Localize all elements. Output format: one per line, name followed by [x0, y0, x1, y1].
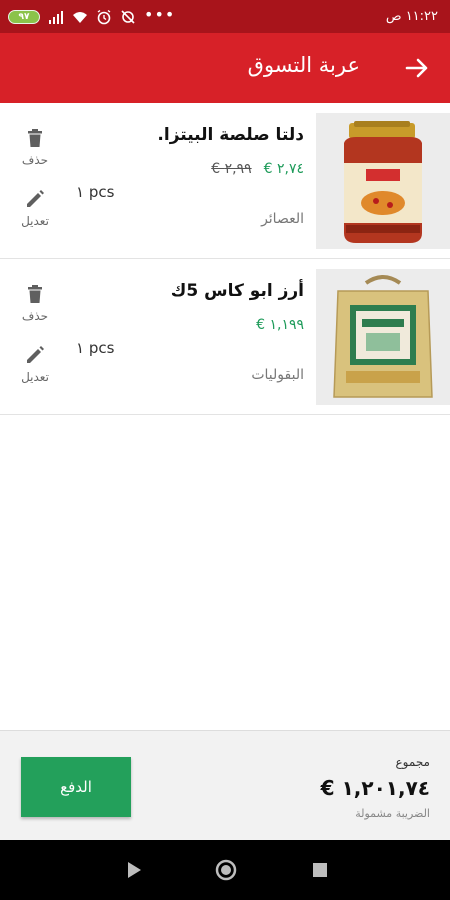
trash-icon	[28, 285, 42, 303]
product-name: أرز ابو كاس 5ك	[170, 281, 304, 301]
sync-off-icon	[121, 10, 135, 24]
app-bar: عربة التسوق	[0, 33, 450, 103]
edit-button[interactable]: تعديل	[14, 188, 56, 228]
product-category: البقوليات	[251, 367, 304, 383]
total-label: مجموع	[395, 755, 430, 769]
trash-icon	[28, 129, 42, 147]
cart-item[interactable]: دلتا صلصة البيتزا. ٢,٩٩ € ٢,٧٤ € العصائر…	[0, 103, 450, 259]
current-price: ١,١٩٩ €	[256, 317, 304, 333]
price-row: ١,١٩٩ €	[256, 317, 304, 333]
pencil-icon	[27, 346, 44, 363]
more-dots-icon: •••	[144, 5, 176, 24]
total-value: ١,٢٠١,٧٤ €	[320, 776, 430, 800]
status-time: ١١:٢٢ ص	[385, 9, 438, 24]
nav-recent-icon[interactable]	[308, 858, 332, 882]
delete-button[interactable]: حذف	[14, 283, 56, 323]
product-name: دلتا صلصة البيتزا.	[157, 125, 304, 145]
quantity: ١ pcs	[76, 339, 115, 357]
old-price: ٢,٩٩ €	[211, 161, 252, 177]
cart-screen: ٩٧ ••• ١١:٢٢ ص عربة التسوق دلتا صلصة الب…	[0, 0, 450, 900]
quantity: ١ pcs	[76, 183, 115, 201]
pay-button[interactable]: الدفع	[21, 757, 131, 817]
pencil-icon	[27, 190, 44, 207]
arrow-right-icon[interactable]	[404, 55, 430, 81]
edit-label: تعديل	[21, 370, 49, 384]
tax-note: الضريبة مشمولة	[355, 807, 430, 820]
alarm-icon	[97, 9, 111, 25]
delete-label: حذف	[21, 153, 49, 167]
product-image-pizza-sauce	[316, 113, 450, 249]
edit-label: تعديل	[21, 214, 49, 228]
delete-button[interactable]: حذف	[14, 127, 56, 167]
price-row: ٢,٩٩ € ٢,٧٤ €	[211, 161, 304, 177]
current-price: ٢,٧٤ €	[263, 161, 304, 177]
page-title: عربة التسوق	[247, 53, 360, 77]
cart-item[interactable]: أرز ابو كاس 5ك ١,١٩٩ € البقوليات ١ pcs ح…	[0, 259, 450, 415]
nav-home-icon[interactable]	[214, 858, 238, 882]
edit-button[interactable]: تعديل	[14, 344, 56, 384]
delete-label: حذف	[21, 309, 49, 323]
system-nav-bar	[0, 840, 450, 900]
nav-back-icon[interactable]	[122, 858, 146, 882]
signal-icon	[49, 11, 63, 24]
checkout-footer: الدفع مجموع ١,٢٠١,٧٤ € الضريبة مشمولة	[0, 730, 450, 840]
cart-list: دلتا صلصة البيتزا. ٢,٩٩ € ٢,٧٤ € العصائر…	[0, 103, 450, 415]
status-icons: ٩٧ •••	[8, 7, 175, 27]
wifi-icon	[73, 12, 87, 23]
status-bar: ٩٧ ••• ١١:٢٢ ص	[0, 0, 450, 33]
battery-icon: ٩٧	[8, 10, 40, 24]
product-image-rice	[316, 269, 450, 405]
product-category: العصائر	[261, 211, 304, 227]
